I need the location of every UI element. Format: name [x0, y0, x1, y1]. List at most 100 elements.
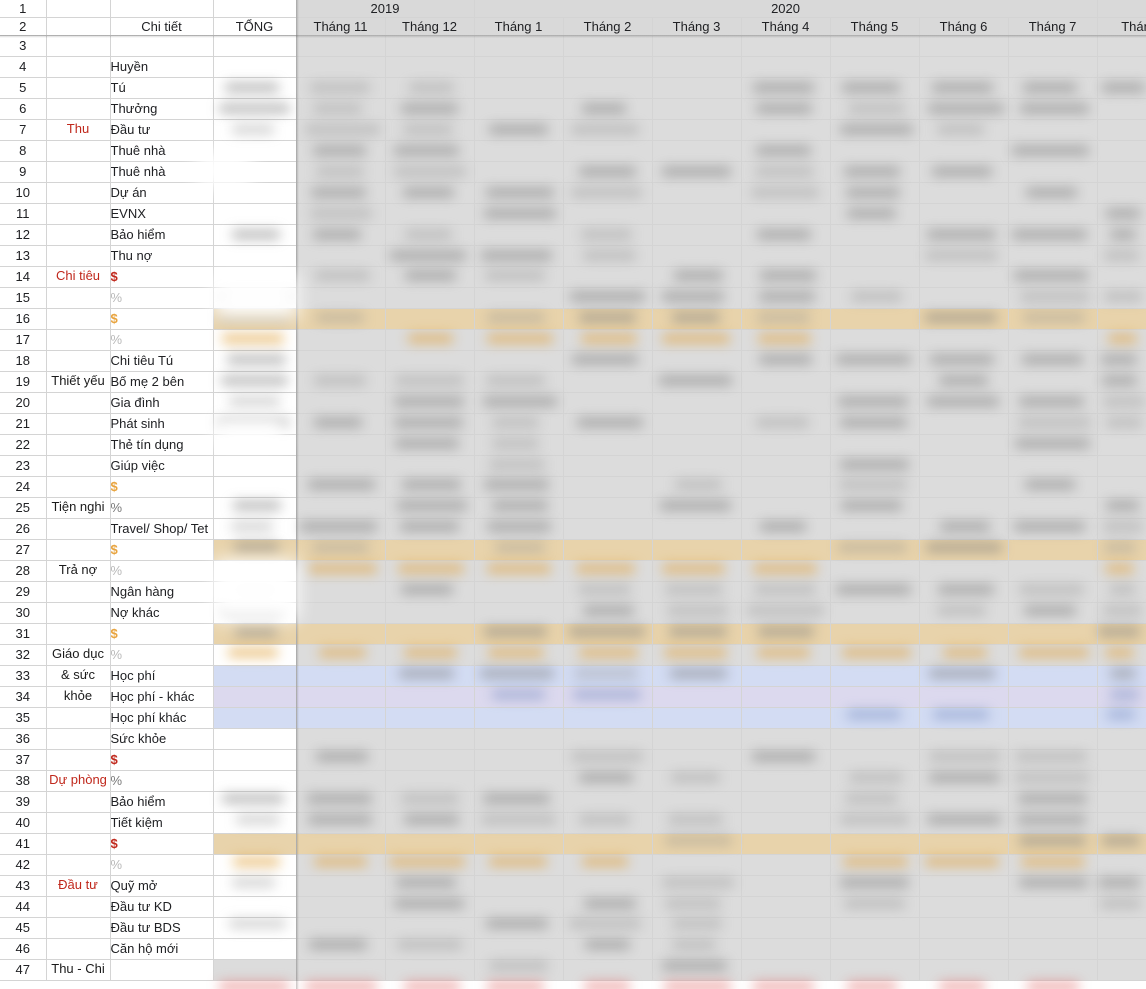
category-label-47[interactable]: Thu - Chi — [46, 959, 111, 981]
cell-38-m5[interactable] — [652, 770, 742, 792]
detail-label-29[interactable]: Ngân hàng — [110, 581, 214, 603]
detail-label-22[interactable]: Thẻ tín dụng — [110, 434, 214, 456]
category-label-26[interactable] — [46, 518, 111, 540]
cell-10-m10[interactable] — [1097, 182, 1146, 204]
cell-39-m8[interactable] — [919, 791, 1009, 813]
cell-30-m8[interactable] — [919, 602, 1009, 624]
cell-6-m9[interactable] — [1008, 98, 1098, 120]
cell-31-m3[interactable] — [474, 623, 564, 645]
cell-19-m10[interactable] — [1097, 371, 1146, 393]
cell-17-m8[interactable] — [919, 329, 1009, 351]
cell-43-m4[interactable] — [563, 875, 653, 897]
cell-32-m2[interactable] — [385, 644, 475, 666]
cell-7-m6[interactable] — [741, 119, 831, 141]
cell-36-m5[interactable] — [652, 728, 742, 750]
cell-8-m8[interactable] — [919, 140, 1009, 162]
cell-19-m6[interactable] — [741, 371, 831, 393]
cell-5-m9[interactable] — [1008, 77, 1098, 99]
cell-12-m3[interactable] — [474, 224, 564, 246]
category-label-14[interactable]: Chi tiêu — [46, 266, 111, 288]
cell-47-m4[interactable] — [563, 959, 653, 981]
cell-24-m3[interactable] — [474, 476, 564, 498]
cell-33-m3[interactable] — [474, 665, 564, 687]
detail-label-17[interactable]: % — [110, 329, 214, 351]
total-value-13[interactable] — [213, 245, 297, 267]
cell-31-m7[interactable] — [830, 623, 920, 645]
cell-7-m10[interactable] — [1097, 119, 1146, 141]
cell-20-m1[interactable] — [296, 392, 386, 414]
cell-23-m9[interactable] — [1008, 455, 1098, 477]
cell-26-m7[interactable] — [830, 518, 920, 540]
category-label-20[interactable] — [46, 392, 111, 414]
table-row[interactable]: 10 Dự án — [0, 182, 1146, 204]
cell-7-m9[interactable] — [1008, 119, 1098, 141]
cell-45-m2[interactable] — [385, 917, 475, 939]
detail-label-15[interactable]: % — [110, 287, 214, 309]
cell-16-m10[interactable] — [1097, 308, 1146, 330]
category-label-21[interactable] — [46, 413, 111, 435]
cell-27-m2[interactable] — [385, 539, 475, 561]
cell-38-m2[interactable] — [385, 770, 475, 792]
cell-5-m8[interactable] — [919, 77, 1009, 99]
cell-41-m4[interactable] — [563, 833, 653, 855]
cell-4-m5[interactable] — [652, 56, 742, 78]
cell-11-m6[interactable] — [741, 203, 831, 225]
cell-42-m4[interactable] — [563, 854, 653, 876]
cell-45-m7[interactable] — [830, 917, 920, 939]
table-row[interactable]: 37 $ — [0, 749, 1146, 771]
category-label-18[interactable] — [46, 350, 111, 372]
cell-38-m6[interactable] — [741, 770, 831, 792]
cell-12-m10[interactable] — [1097, 224, 1146, 246]
cell-28-m10[interactable] — [1097, 560, 1146, 582]
cell-16-m8[interactable] — [919, 308, 1009, 330]
cell-27-m3[interactable] — [474, 539, 564, 561]
cell-42-m8[interactable] — [919, 854, 1009, 876]
cell-30-m2[interactable] — [385, 602, 475, 624]
cell-12-m4[interactable] — [563, 224, 653, 246]
category-label-3[interactable] — [46, 35, 111, 57]
cell-16-m5[interactable] — [652, 308, 742, 330]
category-label-33[interactable]: & sức — [46, 665, 111, 687]
column-header-month-9[interactable]: Tháng 7 — [1008, 17, 1098, 36]
table-row[interactable]: 24 $ — [0, 476, 1146, 498]
total-value-39[interactable] — [213, 791, 297, 813]
cell-45-m10[interactable] — [1097, 917, 1146, 939]
detail-label-19[interactable]: Bố mẹ 2 bên — [110, 371, 214, 393]
total-value-29[interactable] — [213, 581, 297, 603]
detail-label-12[interactable]: Bảo hiểm — [110, 224, 214, 246]
total-value-44[interactable] — [213, 896, 297, 918]
cell-19-m9[interactable] — [1008, 371, 1098, 393]
cell-24-m6[interactable] — [741, 476, 831, 498]
column-header-total[interactable]: TỔNG — [213, 17, 297, 36]
cell-13-m1[interactable] — [296, 245, 386, 267]
cell-22-m4[interactable] — [563, 434, 653, 456]
cell-10-m9[interactable] — [1008, 182, 1098, 204]
category-label-24[interactable] — [46, 476, 111, 498]
table-row[interactable]: 20 Gia đình — [0, 392, 1146, 414]
cell-40-m7[interactable] — [830, 812, 920, 834]
cell-23-m8[interactable] — [919, 455, 1009, 477]
cell-44-m4[interactable] — [563, 896, 653, 918]
cell-6-m10[interactable] — [1097, 98, 1146, 120]
detail-label-14[interactable]: $ — [110, 266, 214, 288]
cell-35-m1[interactable] — [296, 707, 386, 729]
total-value-41[interactable] — [213, 833, 297, 855]
table-row[interactable]: 39 Bảo hiểm — [0, 791, 1146, 813]
cell-3-m5[interactable] — [652, 35, 742, 57]
cell-8-m1[interactable] — [296, 140, 386, 162]
cell-32-m6[interactable] — [741, 644, 831, 666]
detail-label-16[interactable]: $ — [110, 308, 214, 330]
cell-40-m8[interactable] — [919, 812, 1009, 834]
cell-18-m1[interactable] — [296, 350, 386, 372]
cell-9-m7[interactable] — [830, 161, 920, 183]
cell-40-m9[interactable] — [1008, 812, 1098, 834]
total-value-40[interactable] — [213, 812, 297, 834]
cell-11-m7[interactable] — [830, 203, 920, 225]
cell-9-m2[interactable] — [385, 161, 475, 183]
cell-15-m10[interactable] — [1097, 287, 1146, 309]
cell-13-m8[interactable] — [919, 245, 1009, 267]
cell-6-m2[interactable] — [385, 98, 475, 120]
cell-46-m8[interactable] — [919, 938, 1009, 960]
detail-label-40[interactable]: Tiết kiệm — [110, 812, 214, 834]
cell-46-m3[interactable] — [474, 938, 564, 960]
